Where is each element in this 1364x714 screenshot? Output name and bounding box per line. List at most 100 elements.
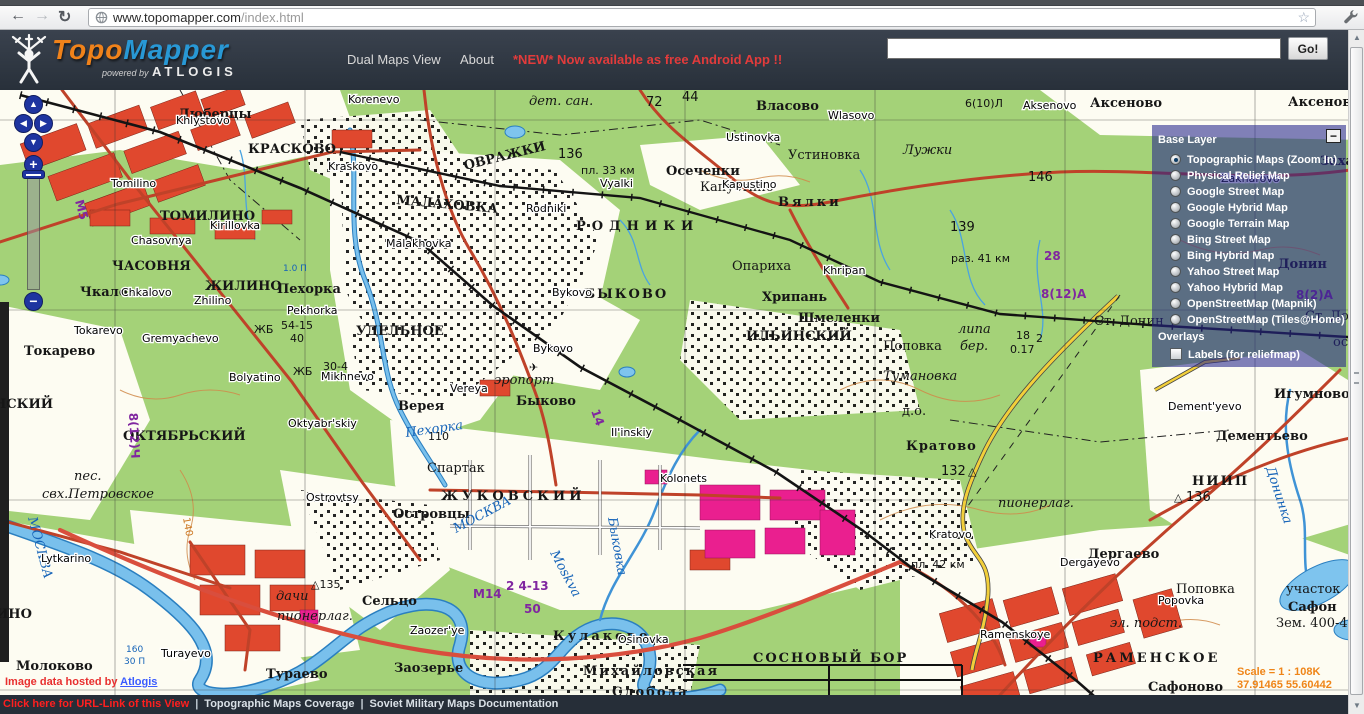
base-layer-option[interactable]: Bing Hybrid Map: [1170, 248, 1345, 264]
map-label: Ustinovka: [726, 131, 780, 144]
map-label: свх.Петровское: [42, 487, 154, 502]
base-layer-option[interactable]: Google Terrain Map: [1170, 216, 1345, 232]
footer-link[interactable]: Topographic Maps Coverage: [204, 698, 354, 710]
map-label: пл. 33 км: [581, 164, 635, 177]
zoom-slider-track[interactable]: [27, 172, 40, 290]
base-layer-option[interactable]: OpenStreetMap (Mapnik): [1170, 296, 1345, 312]
map-label: дет. сан.: [529, 94, 593, 109]
map-label: Поповка: [883, 339, 942, 354]
map-label: Опариха: [732, 259, 791, 274]
map-label: Спартак: [427, 461, 485, 476]
map-label: д.о.: [902, 404, 926, 419]
map-label: Аксеново: [1090, 96, 1162, 111]
map-label: Шмеленки: [798, 311, 880, 326]
radio-icon[interactable]: [1170, 314, 1181, 325]
radio-icon[interactable]: [1170, 170, 1181, 181]
map-label: Сафон: [1288, 600, 1337, 615]
map-label: Vyalki: [600, 177, 633, 190]
map-label: участок: [1286, 582, 1340, 597]
radio-icon[interactable]: [1170, 266, 1181, 277]
checkbox-icon[interactable]: [1170, 348, 1182, 360]
scrollbar-thumb[interactable]: [1350, 47, 1363, 695]
scroll-up-arrow-icon[interactable]: ▲: [1349, 30, 1364, 46]
map-label: 18: [1016, 329, 1030, 342]
pan-down-button[interactable]: ▼: [24, 133, 43, 152]
map-label: Dement'yevo: [1168, 400, 1242, 413]
map-label: 146: [1028, 170, 1053, 185]
panel-minimize-button[interactable]: −: [1326, 129, 1341, 143]
map-label: 139: [950, 220, 975, 235]
map-label: Dergayevo: [1060, 556, 1120, 569]
search-input[interactable]: [887, 38, 1281, 59]
zoom-slider-handle[interactable]: [22, 170, 45, 179]
scroll-down-arrow-icon[interactable]: ▼: [1349, 698, 1364, 714]
footer-bar: Click here for URL-Link of this View|Top…: [0, 695, 1364, 714]
map-label: Khripan: [823, 264, 865, 277]
logo-mapper: Mapper: [123, 34, 229, 65]
forward-icon[interactable]: →: [34, 7, 50, 25]
radio-icon[interactable]: [1170, 186, 1181, 197]
map-label: Kapustino: [722, 178, 777, 191]
map-label: Kratovo: [929, 528, 972, 541]
reload-icon[interactable]: ↻: [58, 7, 71, 27]
base-layer-option[interactable]: Physical Relief Map: [1170, 168, 1345, 184]
overlay-label: Labels (for reliefmap): [1188, 349, 1300, 361]
map-label: 2 4-13: [506, 579, 549, 593]
base-layer-option[interactable]: Topographic Maps (Zoom In): [1170, 152, 1345, 168]
vertical-scrollbar[interactable]: ▲ ▼: [1348, 30, 1364, 714]
announcement-text[interactable]: *NEW* Now available as free Android App …: [513, 52, 782, 67]
overlay-option[interactable]: Labels (for reliefmap): [1170, 347, 1300, 363]
footer-link[interactable]: Soviet Military Maps Documentation: [370, 698, 559, 710]
atlogis-link[interactable]: Atlogis: [120, 676, 157, 688]
map-label: Bykovo: [552, 286, 592, 299]
map-label: Зем. 400-4: [1276, 616, 1348, 631]
map-viewport[interactable]: ЛюберцыКРАСКОВОТОМИЛИНОЧАСОВНЯЖИЛИНОПехо…: [0, 90, 1364, 695]
nav-about[interactable]: About: [460, 52, 494, 67]
map-label: эл. подст.: [1110, 616, 1182, 631]
zoom-out-button[interactable]: −: [24, 292, 43, 311]
base-layer-option[interactable]: Google Street Map: [1170, 184, 1345, 200]
base-layer-option[interactable]: Bing Street Map: [1170, 232, 1345, 248]
map-label: ЖБ: [293, 365, 312, 378]
radio-icon[interactable]: [1170, 234, 1181, 245]
map-label: Bykovo: [533, 342, 573, 355]
logo-wordmark[interactable]: TopoMapper: [52, 34, 229, 66]
map-label: Молоково: [16, 659, 93, 674]
pan-up-button[interactable]: ▲: [24, 95, 43, 114]
map-label: Tokarevo: [73, 324, 123, 337]
map-label: Осеченки: [666, 164, 740, 179]
wrench-menu-icon[interactable]: [1343, 9, 1358, 29]
map-label: ЖБ: [254, 323, 273, 336]
radio-icon[interactable]: [1170, 154, 1181, 165]
base-layer-label: Yahoo Street Map: [1187, 266, 1279, 278]
base-layer-option[interactable]: OpenStreetMap (Tiles@Home): [1170, 312, 1345, 328]
footer-link[interactable]: Click here for URL-Link of this View: [3, 698, 189, 710]
map-label: Bolyatino: [229, 371, 281, 384]
base-layer-option[interactable]: Google Hybrid Map: [1170, 200, 1345, 216]
map-label: ✈: [529, 361, 538, 374]
pan-left-button[interactable]: ◀: [14, 114, 33, 133]
bookmark-star-icon[interactable]: ☆: [1297, 9, 1310, 25]
base-layer-option[interactable]: Yahoo Street Map: [1170, 264, 1345, 280]
go-button[interactable]: Go!: [1288, 37, 1328, 60]
map-label: Кратово: [906, 439, 977, 454]
radio-icon[interactable]: [1170, 298, 1181, 309]
base-layer-label: OpenStreetMap (Tiles@Home): [1187, 314, 1345, 326]
map-label: Tomilino: [110, 177, 156, 190]
radio-icon[interactable]: [1170, 282, 1181, 293]
back-icon[interactable]: ←: [10, 7, 26, 25]
logo-brand: ATLOGIS: [152, 64, 237, 79]
map-label: 72: [646, 95, 663, 110]
nav-dual-maps-view[interactable]: Dual Maps View: [347, 52, 441, 67]
radio-icon[interactable]: [1170, 202, 1181, 213]
map-label: 8(12)Ч: [126, 412, 142, 458]
map-label: △: [968, 465, 977, 478]
map-label: Lytkarino: [41, 552, 91, 565]
map-label: Chkalovo: [121, 286, 172, 299]
pan-right-button[interactable]: ▶: [34, 114, 53, 133]
radio-icon[interactable]: [1170, 218, 1181, 229]
map-label: 50: [524, 602, 541, 616]
radio-icon[interactable]: [1170, 250, 1181, 261]
base-layer-option[interactable]: Yahoo Hybrid Map: [1170, 280, 1345, 296]
address-bar[interactable]: www.topomapper.com/index.html ☆: [88, 8, 1316, 27]
